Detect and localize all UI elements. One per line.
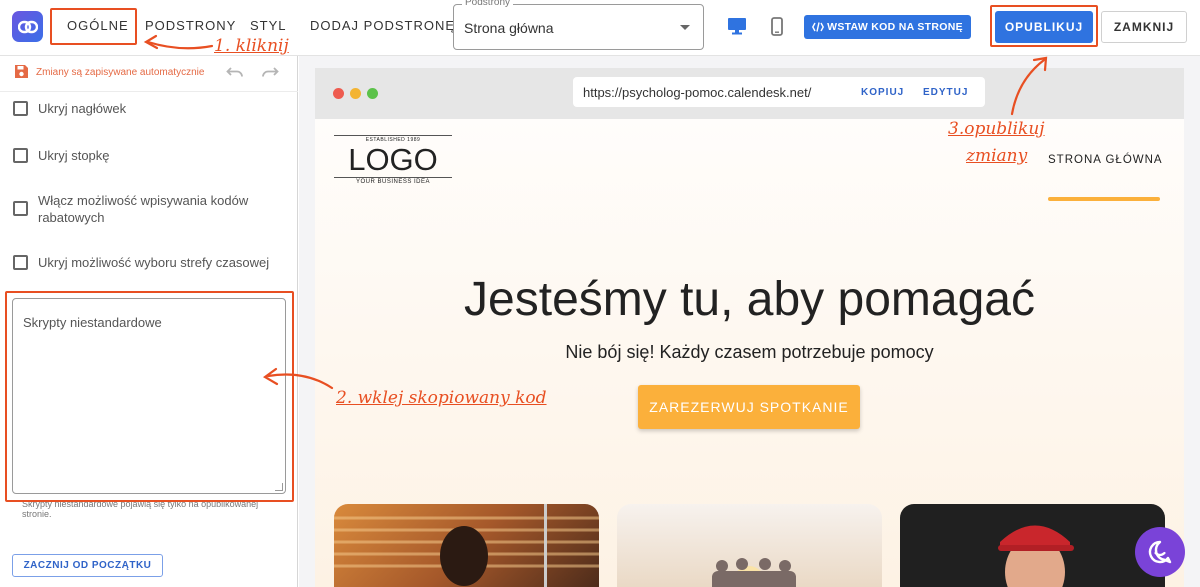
- annotation-step-3-line-1: 3.opublikuj: [948, 119, 1045, 139]
- annotation-step-2: 2. wklej skopiowany kod: [336, 388, 547, 408]
- chat-icon[interactable]: [1135, 527, 1185, 577]
- annotation-step-3-line-2: zmiany: [966, 146, 1028, 166]
- annotation-arrows-icon: [143, 34, 1048, 390]
- annotation-step-1: 1. kliknij: [214, 36, 289, 56]
